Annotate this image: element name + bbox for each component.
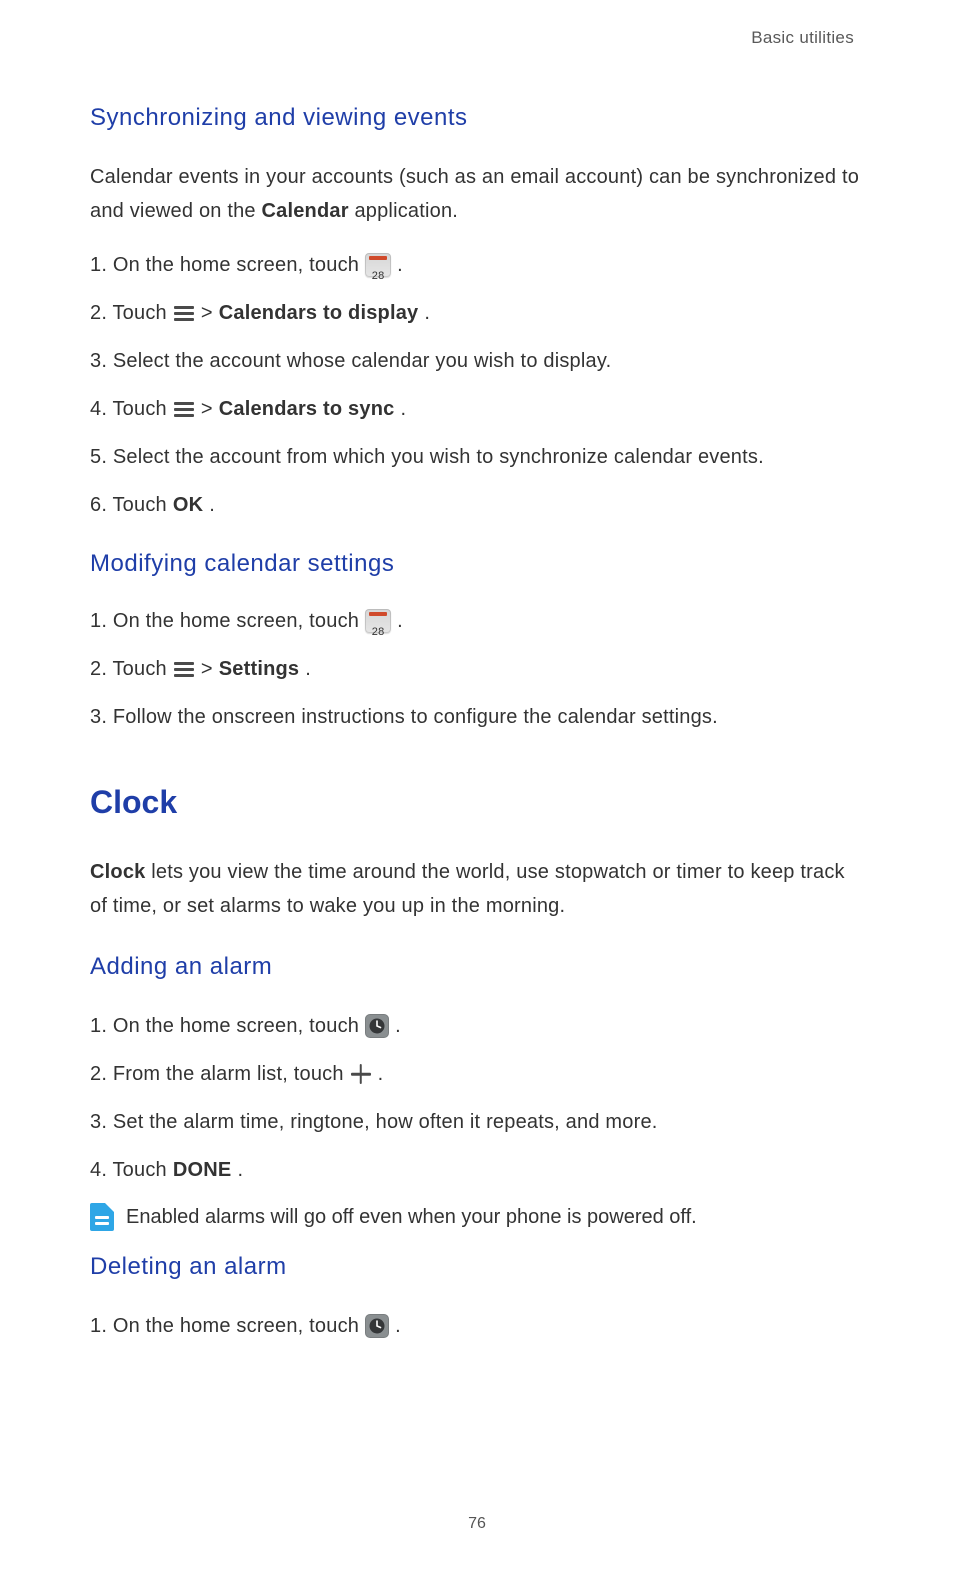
sync-step-6-pre: 6. Touch [90,490,167,520]
modify-step-1: 1. On the home screen, touch . [90,606,864,636]
sync-step-2-post: . [424,298,430,328]
modify-step-1-pre: 1. On the home screen, touch [90,606,359,636]
add-step-2: 2. From the alarm list, touch . [90,1059,864,1089]
clock-icon [365,1314,389,1338]
modify-step-2: 2. Touch > Settings. [90,654,864,684]
page: Basic utilities Synchronizing and viewin… [0,0,954,1577]
heading-sync-events: Synchronizing and viewing events [90,104,864,132]
heading-deleting-alarm: Deleting an alarm [90,1253,864,1281]
alarm-note-text: Enabled alarms will go off even when you… [126,1203,697,1231]
sync-step-4-gt: > [201,394,213,424]
add-step-3: 3. Set the alarm time, ringtone, how oft… [90,1107,864,1137]
sync-step-2-pre: 2. Touch [90,298,167,328]
menu-icon [173,399,195,419]
sync-step-4: 4. Touch > Calendars to sync. [90,394,864,424]
menu-icon [173,303,195,323]
note-icon [90,1203,114,1231]
add-step-4-post: . [237,1155,243,1185]
sync-step-1: 1. On the home screen, touch . [90,250,864,280]
modify-step-2-bold: Settings [219,654,300,684]
sync-step-6: 6. Touch OK. [90,490,864,520]
calendar-icon [365,609,391,633]
sync-step-4-pre: 4. Touch [90,394,167,424]
add-step-3-text: 3. Set the alarm time, ringtone, how oft… [90,1107,658,1137]
sync-step-1-post: . [397,250,403,280]
delete-step-1-post: . [395,1311,401,1341]
sync-step-6-post: . [209,490,215,520]
sync-step-2: 2. Touch > Calendars to display. [90,298,864,328]
modify-step-2-gt: > [201,654,213,684]
sync-intro-pre: Calendar events in your accounts (such a… [90,166,859,222]
heading-clock: Clock [90,784,864,821]
add-step-1-post: . [395,1011,401,1041]
add-step-4: 4. Touch DONE. [90,1155,864,1185]
add-step-2-pre: 2. From the alarm list, touch [90,1059,344,1089]
page-number: 76 [0,1515,954,1533]
clock-intro: Clock lets you view the time around the … [90,855,864,923]
alarm-note: Enabled alarms will go off even when you… [90,1203,864,1231]
sync-step-5: 5. Select the account from which you wis… [90,442,864,472]
clock-intro-bold: Clock [90,861,145,883]
sync-intro-bold: Calendar [262,200,349,222]
sync-intro: Calendar events in your accounts (such a… [90,160,864,228]
add-step-1-pre: 1. On the home screen, touch [90,1011,359,1041]
breadcrumb: Basic utilities [90,28,854,48]
add-step-4-pre: 4. Touch [90,1155,167,1185]
sync-step-2-bold: Calendars to display [219,298,419,328]
sync-step-3-text: 3. Select the account whose calendar you… [90,346,611,376]
add-step-1: 1. On the home screen, touch . [90,1011,864,1041]
sync-intro-post: application. [349,200,458,222]
sync-step-6-bold: OK [173,490,203,520]
delete-step-1-pre: 1. On the home screen, touch [90,1311,359,1341]
sync-step-5-text: 5. Select the account from which you wis… [90,442,764,472]
modify-step-3-text: 3. Follow the onscreen instructions to c… [90,702,718,732]
clock-intro-post: lets you view the time around the world,… [90,861,845,917]
modify-step-2-pre: 2. Touch [90,654,167,684]
clock-icon [365,1014,389,1038]
plus-icon [350,1063,372,1085]
menu-icon [173,659,195,679]
sync-step-1-pre: 1. On the home screen, touch [90,250,359,280]
add-step-4-bold: DONE [173,1155,232,1185]
add-step-2-post: . [378,1059,384,1089]
modify-step-1-post: . [397,606,403,636]
delete-step-1: 1. On the home screen, touch . [90,1311,864,1341]
calendar-icon [365,253,391,277]
sync-step-3: 3. Select the account whose calendar you… [90,346,864,376]
sync-step-4-bold: Calendars to sync [219,394,395,424]
sync-step-4-post: . [400,394,406,424]
heading-modify-settings: Modifying calendar settings [90,550,864,578]
modify-step-2-post: . [305,654,311,684]
modify-step-3: 3. Follow the onscreen instructions to c… [90,702,864,732]
heading-adding-alarm: Adding an alarm [90,953,864,981]
sync-step-2-gt: > [201,298,213,328]
